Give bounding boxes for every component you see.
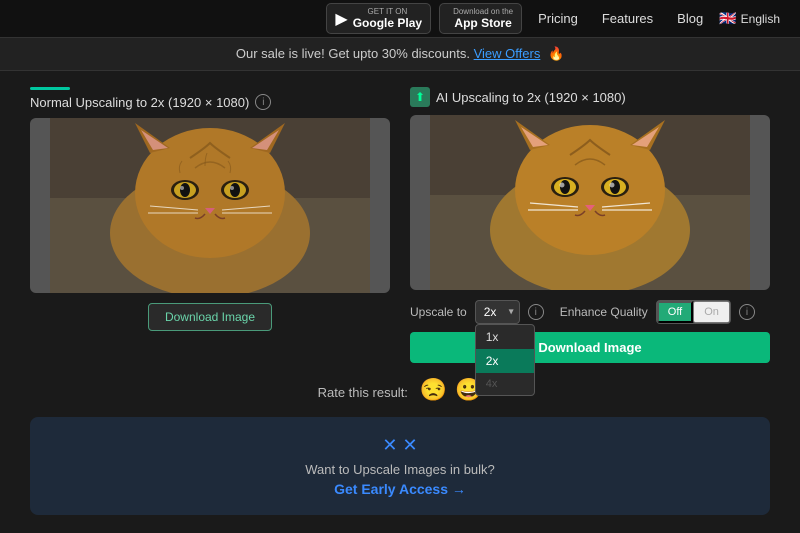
google-play-main: Google Play [353, 16, 422, 30]
ai-panel-header: ⬆ AI Upscaling to 2x (1920 × 1080) [410, 87, 770, 107]
rating-emojis: 😒 😀 [420, 377, 483, 403]
normal-upscale-panel: Normal Upscaling to 2x (1920 × 1080) i [30, 87, 390, 363]
google-play-button[interactable]: ▶ GET IT ON Google Play [326, 3, 431, 34]
sale-text: Our sale is live! Get upto 30% discounts… [236, 46, 470, 61]
upscale-select[interactable]: 2x [475, 300, 520, 324]
sale-banner: Our sale is live! Get upto 30% discounts… [0, 38, 800, 71]
image-panels: Normal Upscaling to 2x (1920 × 1080) i [30, 87, 770, 363]
normal-download-button[interactable]: Download Image [148, 303, 272, 331]
upscale-option-4x[interactable]: 4x [476, 373, 534, 395]
normal-info-icon[interactable]: i [255, 94, 271, 110]
upscale-info-icon[interactable]: i [528, 304, 544, 320]
normal-image-container [30, 118, 390, 293]
enhance-on-button[interactable]: On [693, 301, 730, 323]
main-content: Normal Upscaling to 2x (1920 × 1080) i [0, 71, 800, 531]
app-store-button[interactable]: Download on the App Store [439, 3, 522, 34]
upscale-dropdown-container: 2x ▾ 1x 2x 4x [475, 300, 520, 324]
language-selector[interactable]: 🇬🇧 English [719, 10, 780, 27]
ai-image-container [410, 115, 770, 290]
ai-download-button[interactable]: Download Image [410, 332, 770, 363]
view-offers-link[interactable]: View Offers [474, 46, 541, 61]
bulk-text: Want to Upscale Images in bulk? [48, 462, 752, 477]
rating-label: Rate this result: [318, 385, 408, 400]
upscale-label: Upscale to [410, 305, 467, 319]
features-link[interactable]: Features [594, 11, 661, 26]
language-label: English [741, 12, 780, 26]
ai-icon: ⬆ [410, 87, 430, 107]
ai-panel-title: AI Upscaling to 2x (1920 × 1080) [436, 90, 626, 105]
enhance-toggle: Off On [656, 300, 731, 324]
bulk-upscale-banner: ✕ ✕ Want to Upscale Images in bulk? Get … [30, 417, 770, 515]
normal-panel-title: Normal Upscaling to 2x (1920 × 1080) [30, 95, 249, 110]
enhance-off-button[interactable]: Off [657, 301, 693, 323]
normal-panel-header: Normal Upscaling to 2x (1920 × 1080) i [30, 94, 390, 110]
upscale-option-1x[interactable]: 1x [476, 325, 534, 349]
normal-cat-image [30, 118, 390, 293]
app-store-sub: Download on the [453, 7, 513, 16]
google-play-sub: GET IT ON [353, 7, 422, 16]
upscale-option-2x[interactable]: 2x [476, 349, 534, 373]
enhance-info-icon[interactable]: i [739, 304, 755, 320]
pricing-link[interactable]: Pricing [530, 11, 586, 26]
blog-link[interactable]: Blog [669, 11, 711, 26]
panel-underline [30, 87, 70, 90]
fire-icon: 🔥 [548, 46, 564, 61]
bulk-icon: ✕ ✕ [48, 435, 752, 456]
rating-section: Rate this result: 😒 😀 [30, 377, 770, 403]
flag-icon: 🇬🇧 [719, 10, 736, 27]
right-panel-controls: Upscale to 2x ▾ 1x 2x 4x i Enhance Quali… [410, 300, 770, 363]
play-store-icon: ▶ [335, 9, 347, 29]
app-store-main: App Store [453, 16, 513, 30]
ai-upscale-panel: ⬆ AI Upscaling to 2x (1920 × 1080) [410, 87, 770, 363]
sad-rating-button[interactable]: 😒 [420, 377, 447, 403]
left-panel-controls: Download Image [30, 303, 390, 331]
upscale-dropdown-popup: 1x 2x 4x [475, 324, 535, 396]
ai-cat-image [410, 115, 770, 290]
navbar: ▶ GET IT ON Google Play Download on the … [0, 0, 800, 38]
enhance-label: Enhance Quality [560, 305, 648, 319]
bulk-cta-link[interactable]: Get Early Access → [48, 481, 752, 497]
